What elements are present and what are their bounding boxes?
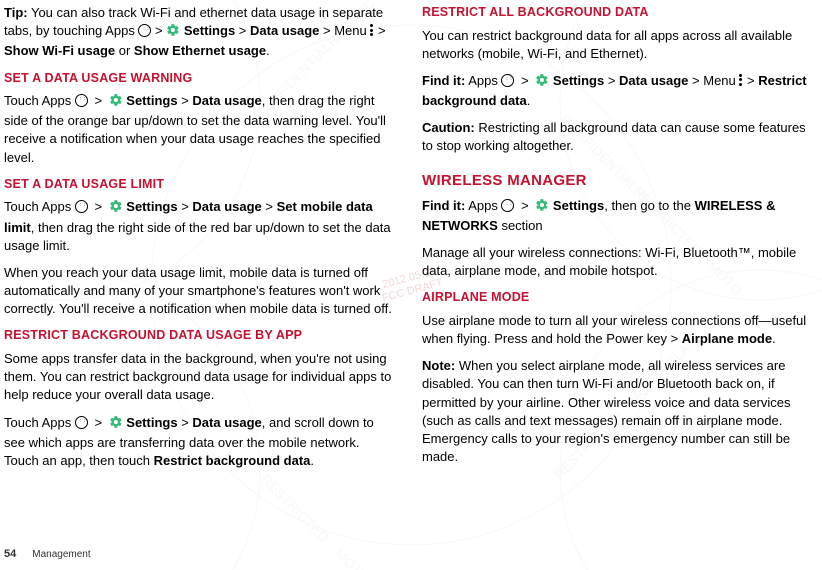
warning-paragraph: Touch Apps > Settings > Data usage, then…	[4, 92, 394, 167]
apps-icon	[501, 74, 514, 87]
page-content: Tip: You can also track Wi-Fi and ethern…	[0, 0, 822, 540]
settings-icon	[109, 199, 123, 218]
restrict-app-paragraph-2: Touch Apps > Settings > Data usage, and …	[4, 414, 394, 471]
limit-paragraph-1: Touch Apps > Settings > Data usage > Set…	[4, 198, 394, 255]
settings-icon	[535, 198, 549, 217]
airplane-note: Note: When you select airplane mode, all…	[422, 357, 812, 466]
settings-icon	[166, 23, 180, 42]
settings-icon	[109, 415, 123, 434]
heading-set-warning: SET A DATA USAGE WARNING	[4, 70, 394, 88]
heading-wireless-manager: WIRELESS MANAGER	[422, 170, 812, 191]
menu-icon	[739, 74, 743, 86]
restrict-all-findit: Find it: Apps > Settings > Data usage > …	[422, 72, 812, 110]
heading-airplane: AIRPLANE MODE	[422, 289, 812, 307]
apps-icon	[75, 94, 88, 107]
heading-restrict-app: RESTRICT BACKGROUND DATA USAGE BY APP	[4, 327, 394, 345]
page-number: 54	[4, 547, 16, 562]
left-column: Tip: You can also track Wi-Fi and ethern…	[4, 4, 394, 540]
restrict-all-paragraph-1: You can restrict background data for all…	[422, 27, 812, 63]
restrict-app-paragraph-1: Some apps transfer data in the backgroun…	[4, 350, 394, 405]
page-footer: 54 Management	[4, 547, 91, 562]
apps-icon	[501, 199, 514, 212]
apps-icon	[75, 416, 88, 429]
restrict-all-caution: Caution: Restricting all background data…	[422, 119, 812, 155]
right-column: RESTRICT ALL BACKGROUND DATA You can res…	[422, 4, 812, 540]
settings-icon	[109, 93, 123, 112]
heading-set-limit: SET A DATA USAGE LIMIT	[4, 176, 394, 194]
limit-paragraph-2: When you reach your data usage limit, mo…	[4, 264, 394, 319]
apps-icon	[138, 24, 151, 37]
menu-icon	[370, 24, 374, 36]
heading-restrict-all: RESTRICT ALL BACKGROUND DATA	[422, 4, 812, 22]
airplane-paragraph-1: Use airplane mode to turn all your wirel…	[422, 312, 812, 348]
section-label: Management	[32, 548, 90, 562]
wireless-findit: Find it: Apps > Settings, then go to the…	[422, 197, 812, 235]
wireless-paragraph: Manage all your wireless connections: Wi…	[422, 244, 812, 280]
settings-icon	[535, 73, 549, 92]
tip-paragraph: Tip: You can also track Wi-Fi and ethern…	[4, 4, 394, 61]
apps-icon	[75, 200, 88, 213]
